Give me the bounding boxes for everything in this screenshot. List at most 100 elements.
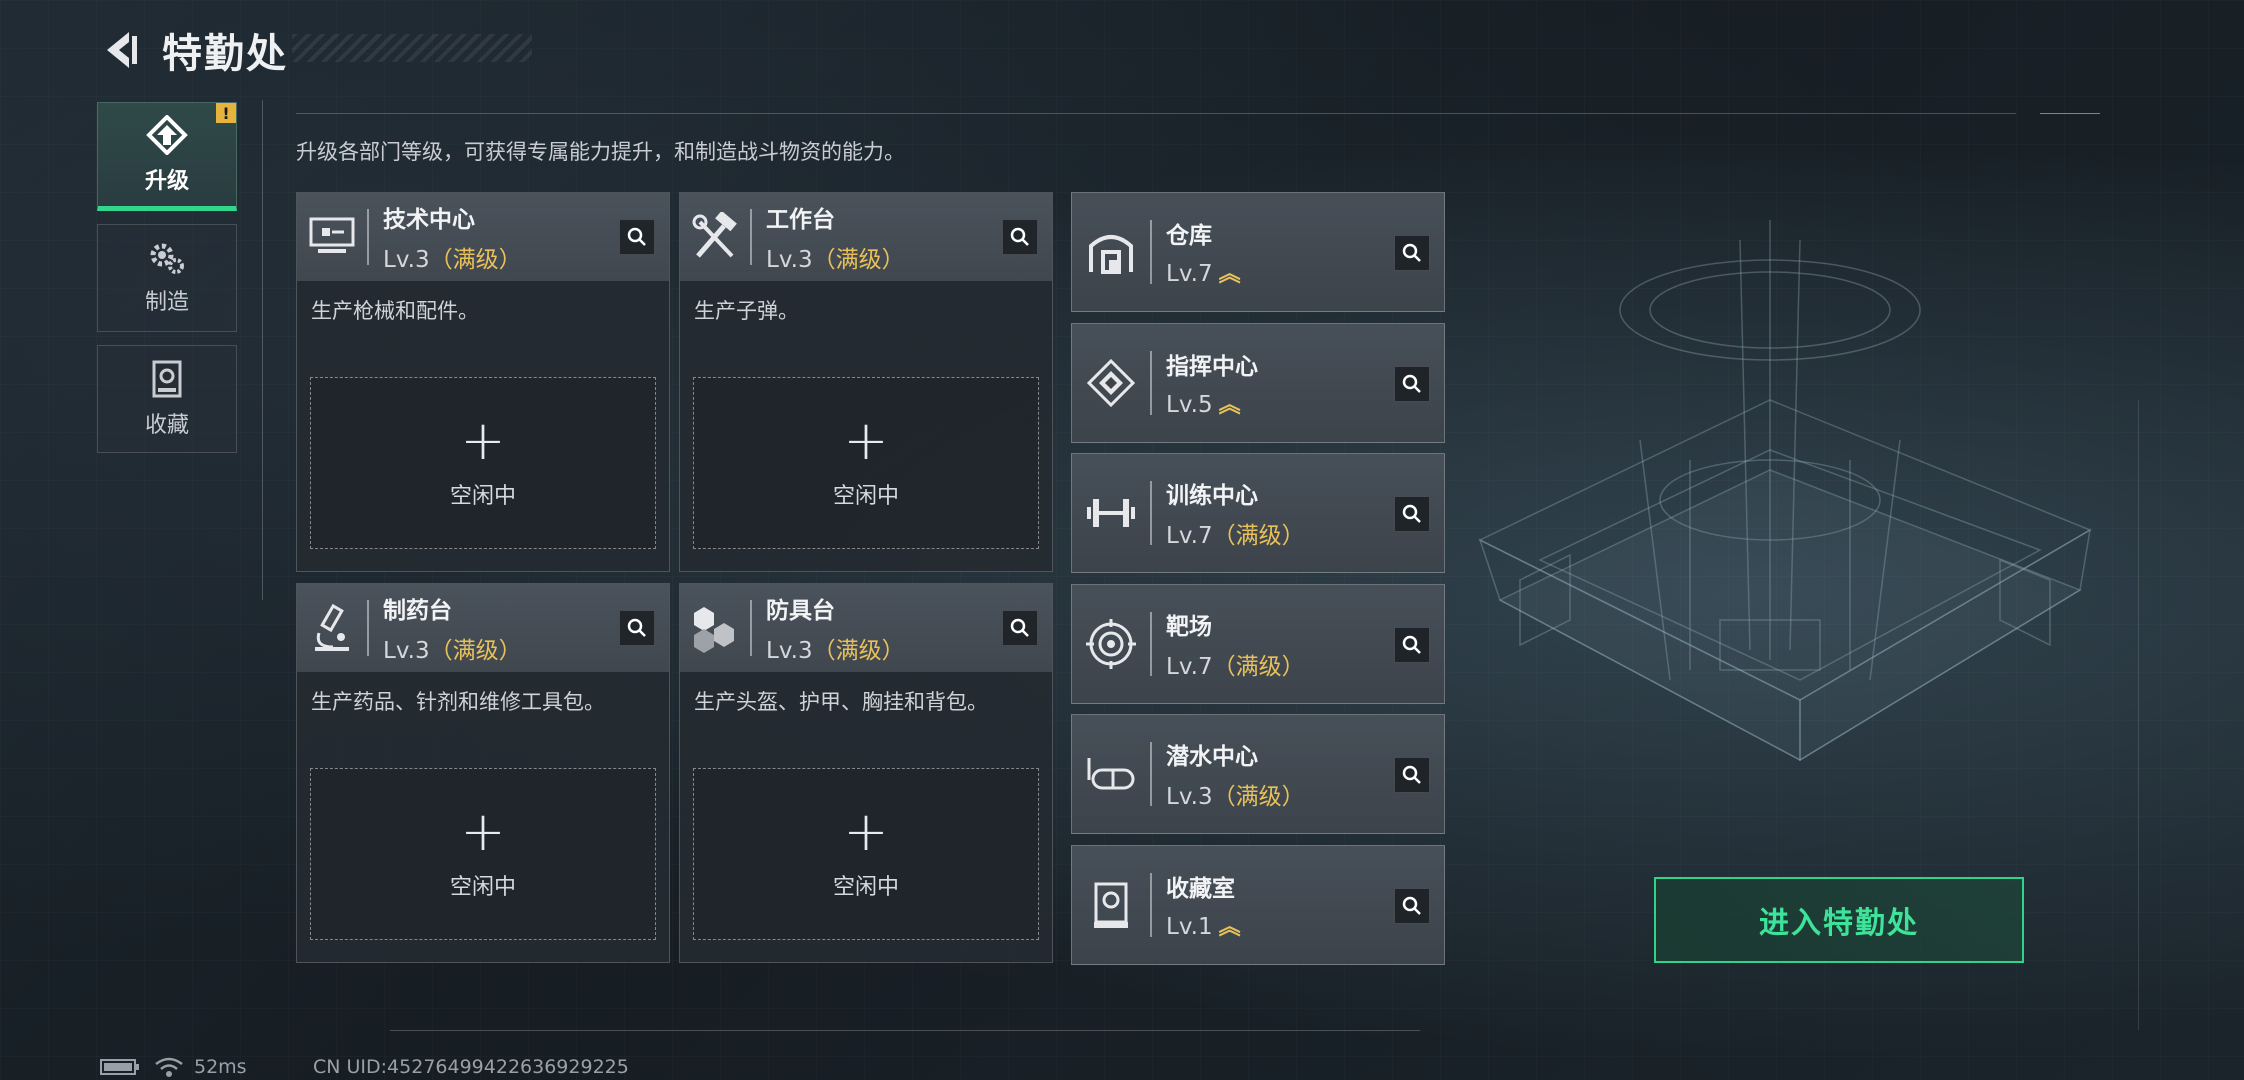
inspect-button[interactable]: [1394, 496, 1430, 532]
inspect-button[interactable]: [1002, 610, 1038, 646]
card-name: 工作台: [766, 207, 835, 233]
tab-upgrade[interactable]: ! 升级: [97, 102, 237, 211]
search-icon: [1010, 618, 1029, 637]
workshop-card-armor[interactable]: 防具台 Lv.3（满级） 生产头盔、护甲、胸挂和背包。 + 空闲中: [679, 583, 1053, 963]
slot-label: 空闲中: [449, 875, 516, 900]
craft-slot[interactable]: + 空闲中: [310, 768, 656, 940]
search-icon: [1010, 227, 1029, 246]
card-level: Lv.3（满级）: [1166, 784, 1305, 810]
warehouse-icon: [1072, 193, 1150, 311]
plus-icon: +: [843, 800, 889, 863]
section-description: 升级各部门等级，可获得专属能力提升，和制造战斗物资的能力。: [296, 140, 905, 164]
card-header: 防具台 Lv.3（满级）: [680, 584, 1052, 672]
card-level: Lv.3（满级）: [766, 247, 905, 273]
separator: [1150, 742, 1152, 806]
inspect-button[interactable]: [1394, 757, 1430, 793]
page-title: 特勤处: [162, 31, 288, 77]
card-name: 制药台: [383, 598, 452, 624]
card-level: Lv.3（满级）: [766, 638, 905, 664]
slot-label: 空闲中: [832, 484, 899, 509]
card-level: Lv.3（满级）: [383, 247, 522, 273]
search-icon: [1402, 896, 1421, 915]
frame-line: [2040, 113, 2100, 114]
building-illustration: [1478, 220, 2092, 762]
facility-card-collection-room[interactable]: 收藏室 Lv.1 ︽: [1071, 845, 1445, 965]
inspect-button[interactable]: [1394, 627, 1430, 663]
battery-icon: [100, 1059, 139, 1075]
workshop-card-workbench[interactable]: 工作台 Lv.3（满级） 生产子弹。 + 空闲中: [679, 192, 1053, 572]
separator: [1150, 220, 1152, 284]
inspect-button[interactable]: [619, 610, 655, 646]
card-name: 指挥中心: [1166, 354, 1258, 380]
inspect-button[interactable]: [1394, 888, 1430, 924]
inspect-button[interactable]: [1002, 219, 1038, 255]
upgrade-available-icon: ︽: [1218, 915, 1241, 940]
wifi-icon: [155, 1057, 183, 1077]
separator: [367, 600, 369, 656]
search-icon: [1402, 504, 1421, 523]
search-icon: [1402, 243, 1421, 262]
inspect-button[interactable]: [619, 219, 655, 255]
inspect-button[interactable]: [1394, 235, 1430, 271]
workshop-card-pharmacy[interactable]: 制药台 Lv.3（满级） 生产药品、针剂和维修工具包。 + 空闲中: [296, 583, 670, 963]
card-header: 技术中心 Lv.3（满级）: [297, 193, 669, 281]
inspect-button[interactable]: [1394, 366, 1430, 402]
tools-icon: [680, 193, 750, 281]
back-button[interactable]: [96, 25, 146, 75]
alert-badge: !: [216, 103, 236, 123]
collection-icon: [1072, 846, 1150, 964]
microscope-icon: [297, 584, 367, 672]
card-name: 仓库: [1166, 223, 1212, 249]
monitor-icon: [297, 193, 367, 281]
tab-label: 收藏: [144, 413, 189, 438]
frame-line: [296, 113, 2016, 114]
enter-special-ops-button[interactable]: 进入特勤处: [1654, 877, 2024, 963]
craft-slot[interactable]: + 空闲中: [310, 377, 656, 549]
frame-line: [390, 1030, 1420, 1031]
facility-card-diving-center[interactable]: 潜水中心 Lv.3（满级）: [1071, 714, 1445, 834]
craft-slot[interactable]: + 空闲中: [693, 377, 1039, 549]
plus-icon: +: [460, 800, 506, 863]
upgrade-icon: [146, 114, 188, 155]
separator: [1150, 612, 1152, 676]
tab-collection[interactable]: 收藏: [97, 345, 237, 453]
card-name: 靶场: [1166, 614, 1212, 640]
status-bar: 52ms: [100, 1056, 247, 1078]
enter-button-label: 进入特勤处: [1759, 906, 1919, 941]
card-name: 技术中心: [383, 207, 475, 233]
card-description: 生产子弹。: [694, 299, 799, 323]
facility-card-warehouse[interactable]: 仓库 Lv.7 ︽: [1071, 192, 1445, 312]
search-icon: [1402, 374, 1421, 393]
search-icon: [627, 618, 646, 637]
card-header: 工作台 Lv.3（满级）: [680, 193, 1052, 281]
card-name: 防具台: [766, 598, 835, 624]
craft-slot[interactable]: + 空闲中: [693, 768, 1039, 940]
plus-icon: +: [460, 409, 506, 472]
workshop-card-tech-center[interactable]: 技术中心 Lv.3（满级） 生产枪械和配件。 + 空闲中: [296, 192, 670, 572]
tab-craft[interactable]: 制造: [97, 224, 237, 332]
gears-icon: [150, 243, 184, 274]
back-arrow-icon: [107, 32, 137, 68]
separator: [367, 209, 369, 265]
card-header: 制药台 Lv.3（满级）: [297, 584, 669, 672]
user-uid: CN UID:452764994226369292​25: [313, 1056, 629, 1078]
card-level: Lv.1 ︽: [1166, 914, 1241, 940]
page-header: 特勤处: [96, 22, 288, 78]
card-level: Lv.3（满级）: [383, 638, 522, 664]
facility-card-training-center[interactable]: 训练中心 Lv.7（满级）: [1071, 453, 1445, 573]
separator: [1150, 873, 1152, 937]
tab-label: 制造: [144, 290, 189, 315]
card-name: 收藏室: [1166, 876, 1235, 902]
goggles-icon: [1072, 715, 1150, 833]
upgrade-available-icon: ︽: [1218, 262, 1241, 287]
ping-value: 52ms: [194, 1056, 247, 1078]
card-name: 潜水中心: [1166, 744, 1258, 770]
upgrade-available-icon: ︽: [1218, 393, 1241, 418]
armor-icon: [680, 584, 750, 672]
card-name: 训练中心: [1166, 483, 1258, 509]
plus-icon: +: [843, 409, 889, 472]
facility-card-command-center[interactable]: 指挥中心 Lv.5 ︽: [1071, 323, 1445, 443]
facility-card-shooting-range[interactable]: 靶场 Lv.7（满级）: [1071, 584, 1445, 704]
target-icon: [1072, 585, 1150, 703]
card-level: Lv.7（满级）: [1166, 523, 1305, 549]
